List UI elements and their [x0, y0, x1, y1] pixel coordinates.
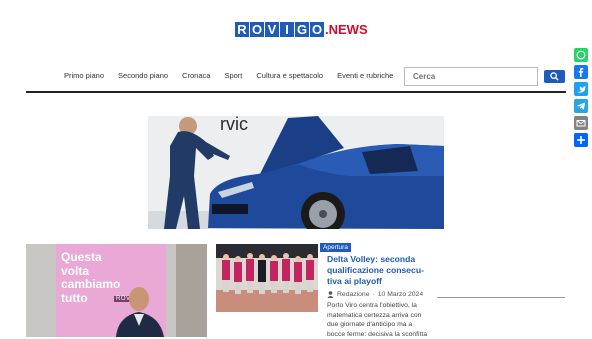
whatsapp-share-button[interactable]: [574, 48, 588, 62]
nav-item-cultura[interactable]: Cultura e spettacolo: [256, 71, 323, 80]
twitter-share-button[interactable]: [574, 82, 588, 96]
article-date: 10 Marzo 2024: [377, 291, 424, 298]
logo-suffix: NEWS: [328, 22, 368, 37]
search-button[interactable]: [544, 70, 565, 83]
volley-team-photo: [216, 244, 318, 312]
left-article-image[interactable]: Questa volta cambiamo tutto ROVIGO: [26, 244, 207, 337]
logo-letter: G: [295, 22, 309, 37]
site-logo[interactable]: R O V I G O . NEWS: [235, 21, 368, 37]
article-meta: Redazione · 10 Marzo 2024: [327, 291, 423, 298]
main-nav: Primo piano Secondo piano Cronaca Sport …: [64, 71, 393, 80]
header-divider: [26, 91, 566, 93]
logo-letter: R: [235, 22, 249, 37]
email-icon: [576, 120, 586, 127]
volley-article-image[interactable]: [216, 244, 318, 312]
share-icon: [577, 136, 585, 144]
social-share-bar: [574, 48, 588, 147]
logo-letter: O: [250, 22, 264, 37]
telegram-share-button[interactable]: [574, 99, 588, 113]
nav-item-eventi[interactable]: Eventi e rubriche: [337, 71, 393, 80]
meta-separator: ·: [372, 291, 375, 298]
nav-item-cronaca[interactable]: Cronaca: [182, 71, 210, 80]
twitter-icon: [577, 86, 586, 93]
logo-letter: I: [280, 22, 294, 37]
author-icon: [327, 291, 334, 298]
nav-item-primo-piano[interactable]: Primo piano: [64, 71, 104, 80]
hero-banner-image[interactable]: rvic: [148, 116, 444, 229]
facebook-share-button[interactable]: [574, 65, 588, 79]
article-title[interactable]: Delta Volley: seconda qualificazione con…: [327, 254, 431, 287]
telegram-icon: [576, 102, 586, 110]
nav-item-secondo-piano[interactable]: Secondo piano: [118, 71, 168, 80]
search-input[interactable]: [404, 67, 538, 86]
svg-text:rvic: rvic: [220, 116, 248, 134]
search-icon: [550, 72, 559, 81]
more-share-button[interactable]: [574, 133, 588, 147]
nav-item-sport[interactable]: Sport: [224, 71, 242, 80]
logo-letters: R O V I G O: [235, 22, 324, 37]
speaker-figure: [116, 244, 207, 337]
sidebar-divider: [437, 297, 565, 298]
email-share-button[interactable]: [574, 116, 588, 130]
article-category-badge[interactable]: Apertura: [320, 243, 351, 252]
whatsapp-icon: [576, 50, 586, 60]
logo-letter: V: [265, 22, 279, 37]
logo-letter: O: [310, 22, 324, 37]
facebook-icon: [578, 67, 584, 77]
hero-illustration: rvic: [148, 116, 444, 229]
article-excerpt: Porto Viro centra l'obiettivo, la matema…: [327, 302, 428, 338]
article-author: Redazione: [337, 291, 370, 298]
